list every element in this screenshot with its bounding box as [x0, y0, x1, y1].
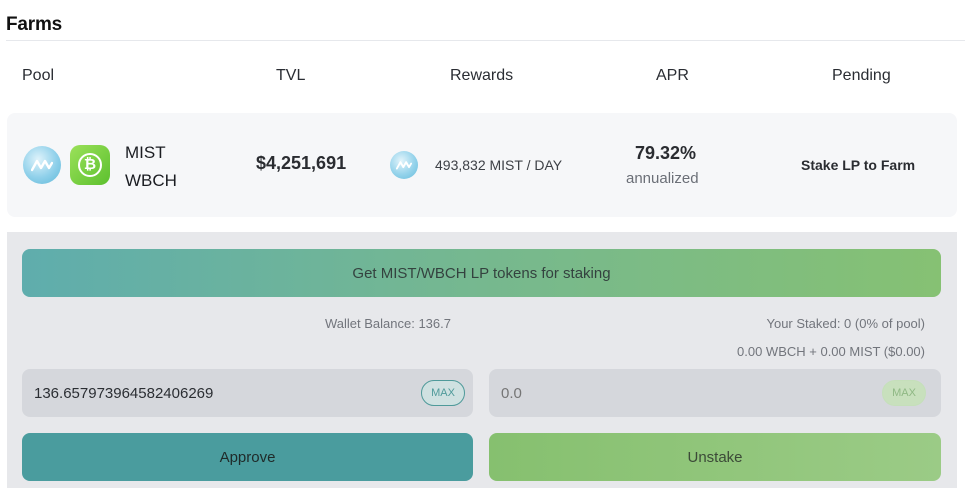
stake-amount-field: MAX — [22, 369, 473, 417]
header-rewards: Rewards — [450, 67, 514, 84]
pool-token-a: MIST — [125, 143, 166, 162]
apr-value: 79.32% — [635, 143, 697, 163]
your-staked: Your Staked: 0 (0% of pool) — [766, 316, 925, 331]
bitcoin-cash-icon: ₿ — [70, 145, 110, 185]
wallet-balance: Wallet Balance: 136.7 — [325, 316, 451, 331]
pool-pair-name: MIST WBCH — [125, 139, 177, 195]
pending-status: Stake LP to Farm — [801, 157, 916, 173]
unstake-amount-field: MAX — [489, 369, 941, 417]
approve-button[interactable]: Approve — [22, 433, 473, 481]
get-lp-tokens-button[interactable]: Get MIST/WBCH LP tokens for staking — [22, 249, 941, 297]
unstake-amount-input[interactable] — [489, 369, 941, 417]
mist-token-icon — [23, 146, 61, 184]
farm-row[interactable]: ₿ MIST WBCH $4,251,691 493,832 MIST / DA… — [7, 113, 957, 217]
header-tvl: TVL — [276, 67, 306, 84]
page-title: Farms — [6, 14, 63, 35]
reward-token-icon — [390, 151, 418, 179]
header-pool: Pool — [22, 67, 55, 84]
staked-value: 0.00 WBCH + 0.00 MIST ($0.00) — [737, 344, 925, 359]
pool-token-b: WBCH — [125, 171, 177, 190]
column-headers: Pool TVL Rewards APR Pending — [0, 62, 965, 92]
header-pending: Pending — [832, 67, 891, 84]
unstake-button[interactable]: Unstake — [489, 433, 941, 481]
stake-max-button[interactable]: MAX — [421, 380, 465, 406]
rewards-rate: 493,832 MIST / DAY — [435, 157, 563, 173]
stake-amount-input[interactable] — [22, 369, 473, 417]
title-divider — [6, 40, 965, 41]
unstake-max-button[interactable]: MAX — [882, 380, 926, 406]
tvl-value: $4,251,691 — [256, 153, 347, 173]
apr-label: annualized — [626, 170, 699, 187]
stake-panel: Get MIST/WBCH LP tokens for staking Wall… — [7, 232, 957, 488]
header-apr: APR — [656, 67, 689, 84]
